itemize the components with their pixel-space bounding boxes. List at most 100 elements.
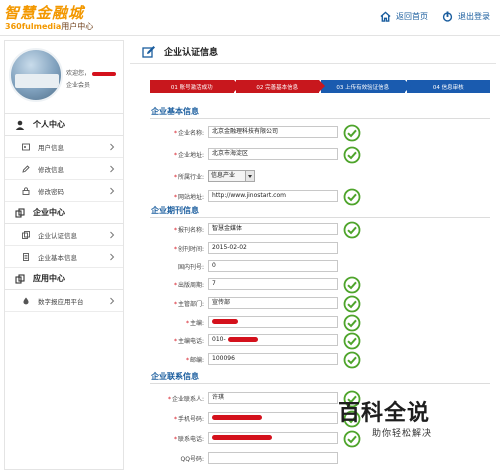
form-row-editor: *主编:: [130, 314, 496, 332]
field-label: *创刊时间:: [173, 246, 204, 253]
sidebar-item-user-info[interactable]: 用户信息: [5, 136, 123, 158]
nav-label: 用户信息: [38, 143, 64, 152]
form-row-industry: *所属行业: 信息产业: [130, 168, 496, 185]
watermark-title: 百科全说: [338, 401, 431, 426]
sidebar-section-personal[interactable]: 个人中心: [5, 114, 123, 136]
check-circle-icon: [343, 314, 361, 332]
sidebar-section-apps[interactable]: 应用中心: [5, 268, 123, 290]
field-label: *主编电话:: [173, 338, 204, 345]
section-title-basic: 企业基本信息: [151, 107, 199, 116]
divider: [150, 118, 490, 119]
redacted-value: [212, 415, 262, 420]
sidebar-section-enterprise[interactable]: 企业中心: [5, 202, 123, 224]
field-label: *邮编:: [185, 357, 204, 364]
field-label: 国内刊号:: [177, 264, 204, 271]
logout-link-label: 退出登录: [458, 12, 490, 21]
mobile-input[interactable]: [208, 412, 338, 424]
postcode-input[interactable]: 100096: [208, 353, 338, 365]
lock-icon: [22, 186, 30, 195]
pencil-icon: [22, 164, 30, 173]
document-icon: [23, 252, 29, 261]
chevron-right-icon: [110, 187, 115, 195]
company-address-input[interactable]: 北京市海淀区: [208, 148, 338, 160]
home-icon: [380, 11, 391, 22]
logout-link[interactable]: 退出登录: [442, 11, 490, 22]
step-3: 03 上传有效验证信息: [319, 80, 410, 93]
form-row-editor-phone: *主编电话: 010-: [130, 332, 496, 350]
phone-input[interactable]: [208, 432, 338, 444]
field-label: *主管部门:: [173, 301, 204, 308]
sidebar-item-enterprise-basic[interactable]: 企业基本信息: [5, 246, 123, 268]
sidebar-item-edit-info[interactable]: 修改信息: [5, 158, 123, 180]
phone-prefix: 010-: [212, 336, 226, 343]
check-circle-icon: [343, 221, 361, 239]
sidebar: 欢迎您， 企业会员 个人中心 用户信息 修改信息 修改密码 企业中心 企业认证信…: [4, 40, 124, 470]
redacted-value: [212, 319, 238, 324]
field-label: QQ号码:: [180, 456, 204, 463]
check-circle-icon: [343, 276, 361, 294]
qq-input[interactable]: [208, 452, 338, 464]
building-icon: [15, 207, 25, 218]
section-title-periodical: 企业期刊信息: [151, 206, 199, 215]
step-2: 02 完善基本信息: [233, 80, 325, 93]
sidebar-item-change-password[interactable]: 修改密码: [5, 180, 123, 202]
home-link[interactable]: 返回首页: [380, 11, 428, 22]
domestic-issn-input[interactable]: 0: [208, 260, 338, 272]
logo-sub-brand: 360fulmedia: [5, 22, 62, 31]
member-role: 企业会员: [66, 82, 91, 89]
periodical-name-input[interactable]: 智慧金媒体: [208, 223, 338, 235]
section-label: 应用中心: [33, 274, 65, 283]
publish-cycle-input[interactable]: 7: [208, 278, 338, 290]
form-row-company-address: *企业地址: 北京市海淀区: [130, 146, 496, 164]
editor-phone-input[interactable]: 010-: [208, 334, 338, 346]
chevron-right-icon: [110, 165, 115, 173]
user-profile: 欢迎您， 企业会员: [5, 41, 123, 114]
app-icon: [15, 273, 25, 284]
sidebar-item-digital-paper[interactable]: 数字报应用平台: [5, 290, 123, 312]
chevron-right-icon: [110, 297, 115, 305]
form-row-website: *网站地址: http://www.jinostart.com: [130, 188, 496, 206]
edit-icon: [142, 45, 155, 58]
chevron-down-icon[interactable]: [245, 171, 254, 181]
form-row-domestic-issn: 国内刊号: 0: [130, 258, 496, 275]
industry-selected: 信息产业: [211, 172, 236, 179]
nav-label: 修改密码: [38, 187, 64, 196]
form-row-publish-cycle: *出版周期: 7: [130, 276, 496, 294]
field-label: *出版周期:: [173, 282, 204, 289]
avatar[interactable]: [9, 48, 63, 102]
contact-person-input[interactable]: 许琪: [208, 392, 338, 404]
form-row-authority: *主管部门: 宣传部: [130, 295, 496, 313]
industry-select[interactable]: 信息产业: [208, 170, 255, 182]
top-header: 智慧金融城 360fulmedia用户中心 返回首页 退出登录: [0, 0, 500, 36]
top-links: 返回首页 退出登录: [380, 11, 490, 22]
watermark-subtitle: 助你轻松解决: [372, 429, 433, 439]
form-row-company-name: *企业名称: 北京金融理科技有限公司: [130, 124, 496, 142]
site-logo[interactable]: 智慧金融城 360fulmedia用户中心: [4, 2, 144, 34]
step-4: 04 信息审核: [404, 80, 490, 93]
form-row-postcode: *邮编: 100096: [130, 351, 496, 369]
user-icon: [15, 120, 25, 130]
welcome-prefix: 欢迎您，: [66, 70, 91, 77]
website-input[interactable]: http://www.jinostart.com: [208, 190, 338, 202]
redacted-value: [212, 435, 272, 440]
chevron-right-icon: [110, 253, 115, 261]
field-label: *手机号码:: [173, 416, 204, 423]
check-circle-icon: [343, 146, 361, 164]
founded-date-input[interactable]: 2015-02-02: [208, 242, 338, 254]
redacted-value: [227, 337, 258, 342]
divider: [150, 383, 490, 384]
id-card-icon: [22, 143, 30, 150]
step-1: 01 账号激活成功: [150, 80, 239, 93]
nav-label: 修改信息: [38, 165, 64, 174]
section-title-contact: 企业联系信息: [151, 372, 199, 381]
redacted-username: [92, 71, 117, 76]
authority-input[interactable]: 宣传部: [208, 297, 338, 309]
editor-input[interactable]: [208, 316, 338, 328]
field-label: *报刊名称:: [173, 227, 204, 234]
sidebar-item-enterprise-cert[interactable]: 企业认证信息: [5, 224, 123, 246]
check-circle-icon: [343, 332, 361, 350]
chevron-right-icon: [110, 143, 115, 151]
company-name-input[interactable]: 北京金融理科技有限公司: [208, 126, 338, 138]
field-label: *所属行业:: [173, 174, 204, 181]
home-link-label: 返回首页: [396, 12, 428, 21]
